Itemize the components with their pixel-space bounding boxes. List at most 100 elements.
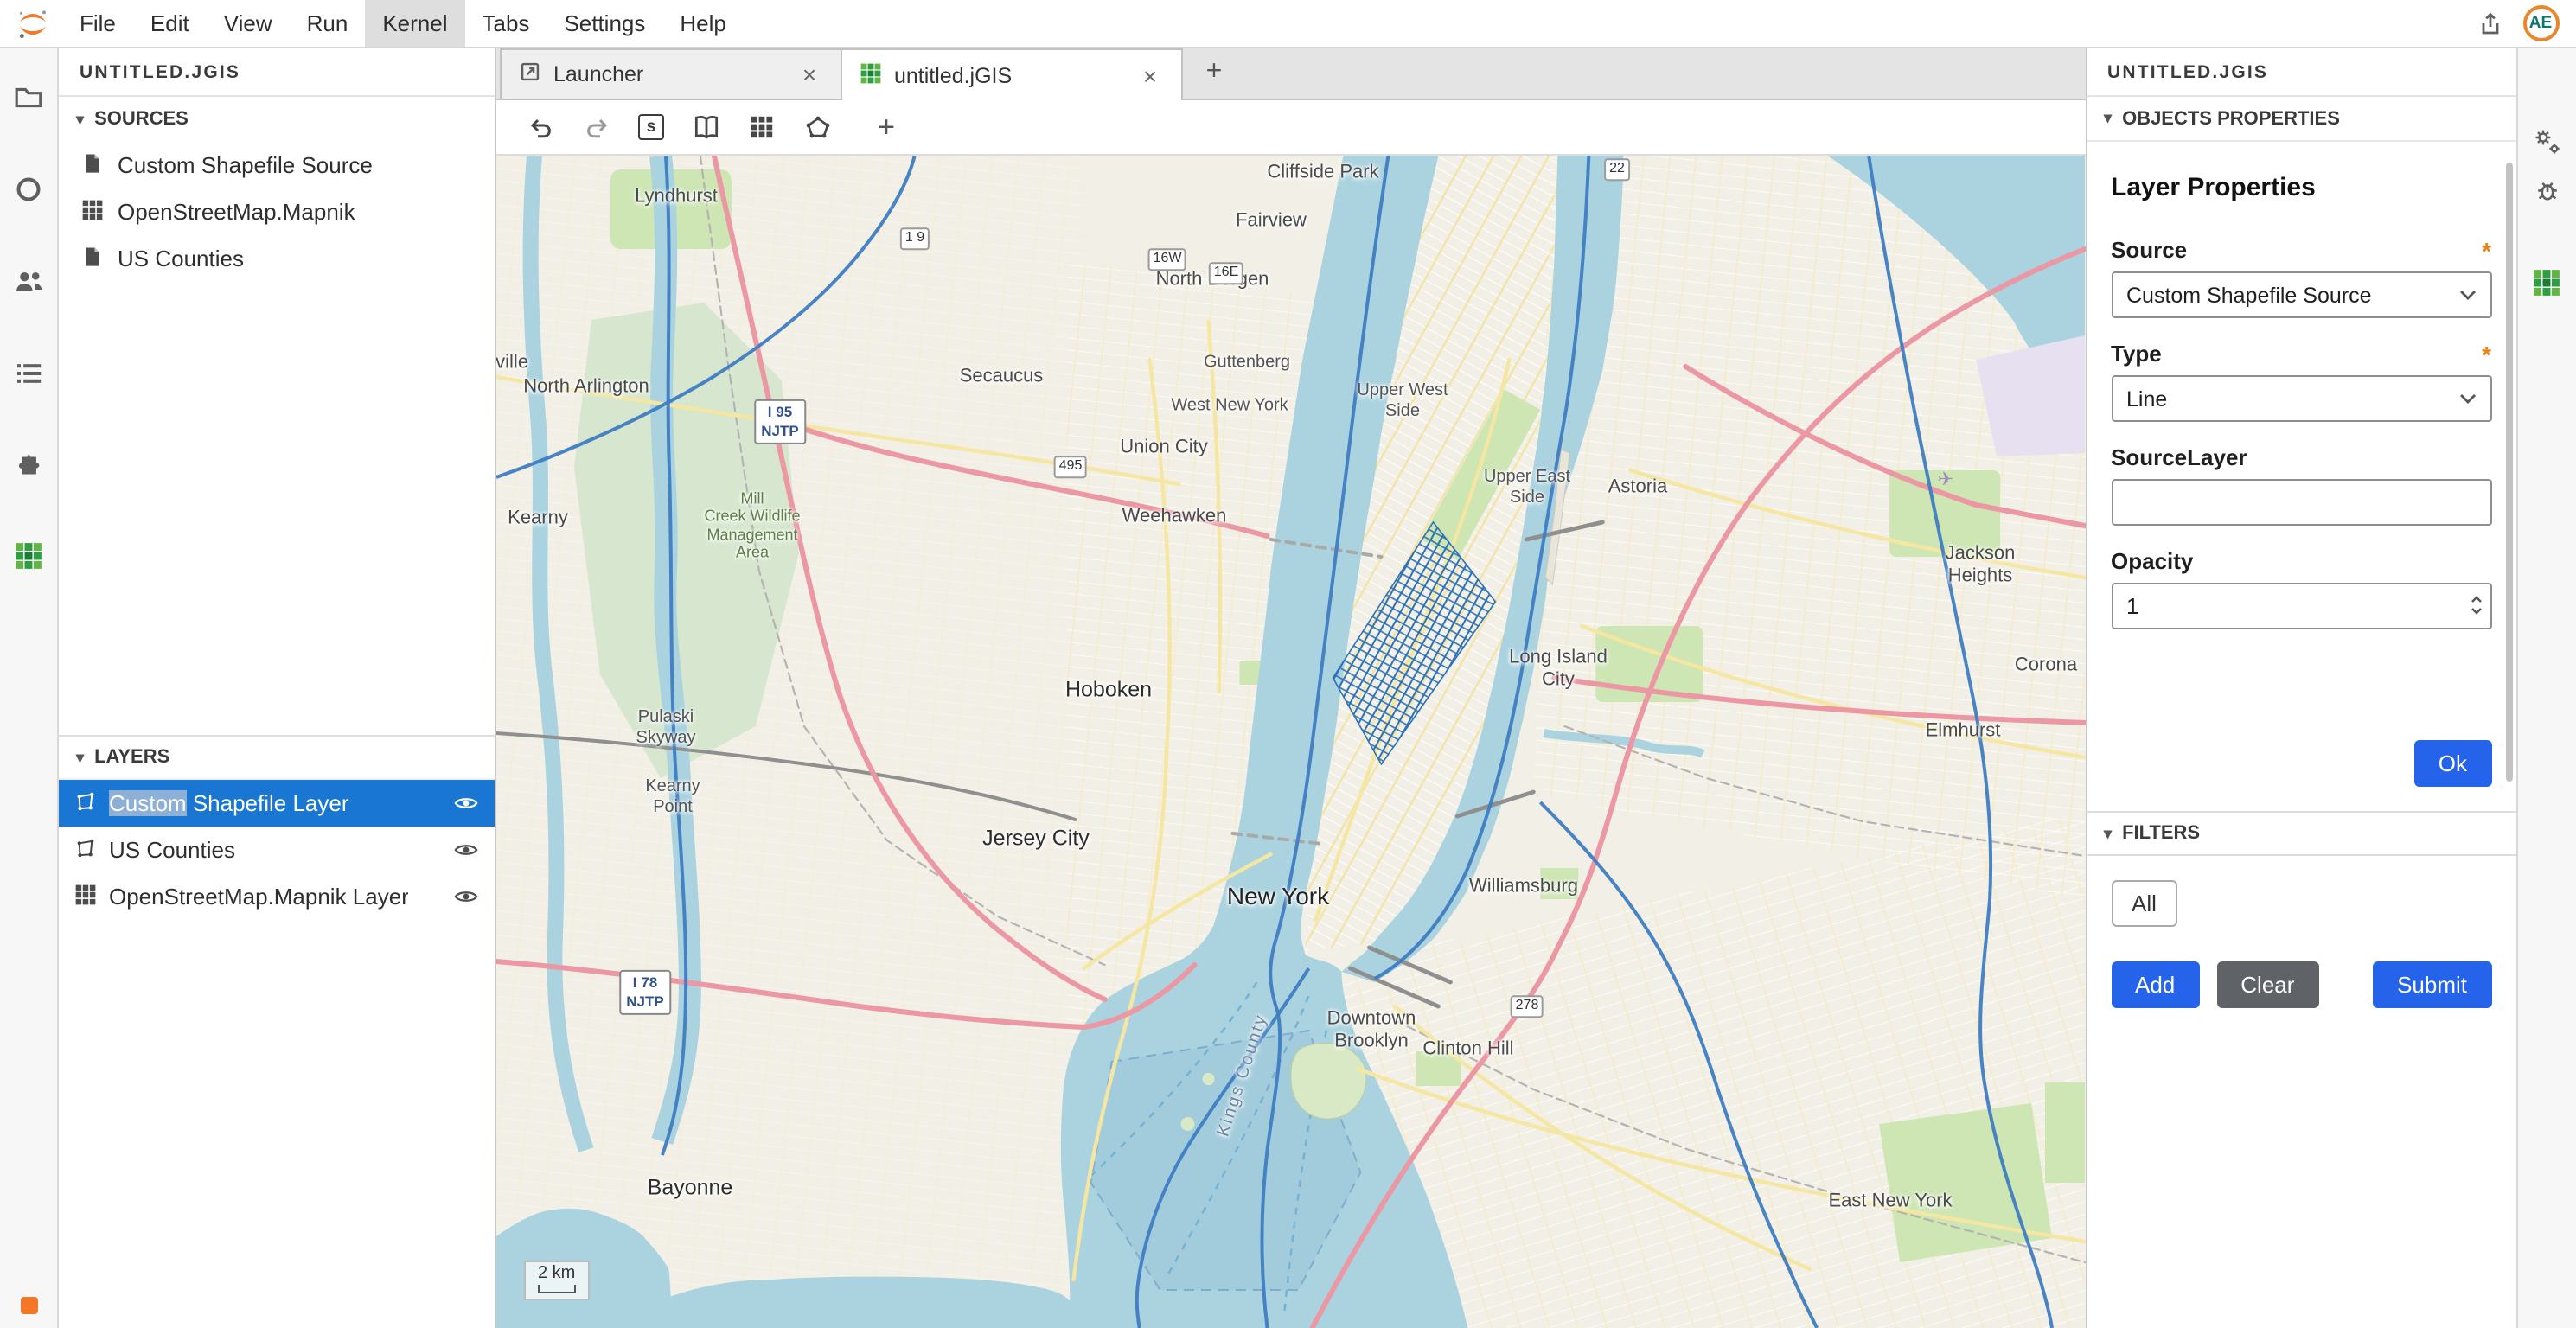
- objects-properties-label: OBJECTS PROPERTIES: [2122, 108, 2340, 129]
- caret-down-icon: ▾: [2104, 111, 2112, 126]
- visibility-eye-icon[interactable]: [453, 884, 479, 910]
- running-sessions-icon[interactable]: [0, 144, 58, 235]
- menu-view[interactable]: View: [207, 0, 290, 47]
- new-tab-button[interactable]: +: [1192, 50, 1237, 95]
- user-avatar[interactable]: AE: [2522, 5, 2559, 42]
- tab-label: untitled.jGIS: [894, 63, 1012, 87]
- map-viewport[interactable]: Cliffside ParkFairviewLyndhurstNorth Ber…: [496, 156, 2085, 1328]
- chevron-down-icon: [2458, 289, 2476, 301]
- clear-filter-button[interactable]: Clear: [2216, 961, 2318, 1008]
- sourcelayer-input[interactable]: [2111, 479, 2491, 526]
- symbology-glyph: s: [638, 114, 664, 140]
- menu-tabs[interactable]: Tabs: [465, 0, 547, 47]
- filters-section-header[interactable]: ▾ FILTERS: [2087, 811, 2515, 856]
- menu-bar: File Edit View Run Kernel Tabs Settings …: [0, 0, 2576, 48]
- tile-grid-icon[interactable]: [738, 105, 785, 150]
- tab-label: Launcher: [553, 62, 643, 86]
- share-icon[interactable]: [2474, 10, 2502, 37]
- add-filter-button[interactable]: Add: [2111, 961, 2199, 1008]
- document-toolbar: s: [496, 100, 2085, 156]
- visibility-eye-icon[interactable]: [453, 790, 479, 816]
- file-icon: [81, 245, 104, 272]
- type-select[interactable]: Line: [2111, 375, 2491, 422]
- opacity-field: Opacity: [2111, 548, 2491, 629]
- layer-item-custom-shapefile[interactable]: Custom Shapefile Layer: [59, 780, 495, 827]
- main-area: Launcher × untitled.jGIS × +: [496, 48, 2085, 1328]
- source-item-custom-shapefile[interactable]: Custom Shapefile Source: [59, 142, 495, 188]
- left-panel-title: UNTITLED.JGIS: [59, 48, 495, 97]
- layer-item-us-counties[interactable]: US Counties: [59, 827, 495, 873]
- submit-filter-button[interactable]: Submit: [2373, 961, 2491, 1008]
- vector-layer-icon: [74, 836, 97, 864]
- layer-item-label: OpenStreetMap.Mapnik Layer: [109, 884, 409, 910]
- undo-icon[interactable]: [517, 105, 564, 150]
- sources-header-label: SOURCES: [94, 109, 189, 130]
- sourcelayer-field-label: SourceLayer: [2111, 444, 2247, 470]
- table-of-contents-icon[interactable]: [0, 327, 58, 418]
- vector-layer-icon: [74, 789, 97, 817]
- property-inspector-icon[interactable]: [2517, 118, 2576, 164]
- sources-section-header[interactable]: ▾ SOURCES: [59, 97, 495, 142]
- source-field-label: Source: [2111, 237, 2187, 263]
- raster-grid-icon: [81, 198, 104, 226]
- right-activity-bar: [2515, 48, 2576, 1328]
- menu-settings[interactable]: Settings: [547, 0, 662, 47]
- menu-items: File Edit View Run Kernel Tabs Settings …: [62, 0, 744, 47]
- redo-icon[interactable]: [572, 105, 619, 150]
- tab-launcher[interactable]: Launcher ×: [500, 48, 842, 99]
- extensions-icon[interactable]: [0, 418, 58, 510]
- menu-run[interactable]: Run: [290, 0, 366, 47]
- filter-all-chip[interactable]: All: [2111, 880, 2177, 927]
- menu-kernel[interactable]: Kernel: [365, 0, 464, 47]
- source-item-label: Custom Shapefile Source: [118, 152, 373, 178]
- layer-item-label: Custom Shapefile Layer: [109, 790, 349, 816]
- visibility-eye-icon[interactable]: [453, 837, 479, 863]
- draw-polygon-icon[interactable]: [794, 105, 841, 150]
- ok-button[interactable]: Ok: [2414, 740, 2491, 787]
- opacity-field-label: Opacity: [2111, 548, 2193, 574]
- right-panel-title: UNTITLED.JGIS: [2087, 48, 2515, 97]
- sourcelayer-field: SourceLayer: [2111, 444, 2491, 526]
- scrollbar[interactable]: [2505, 163, 2512, 782]
- debugger-bug-icon[interactable]: [2517, 166, 2576, 213]
- source-select-value: Custom Shapefile Source: [2126, 283, 2372, 307]
- add-layer-icon[interactable]: +: [863, 105, 910, 150]
- menu-edit[interactable]: Edit: [133, 0, 207, 47]
- filters-header-label: FILTERS: [2122, 823, 2200, 844]
- type-field-label: Type: [2111, 341, 2162, 367]
- layers-header-label: LAYERS: [94, 747, 169, 768]
- layer-properties-form: Layer Properties Source * Custom Shapefi…: [2087, 142, 2515, 811]
- tab-close-icon[interactable]: ×: [1136, 61, 1164, 89]
- workspace: UNTITLED.JGIS ▾ SOURCES Custom Shapefile…: [0, 48, 2576, 1328]
- caret-down-icon: ▾: [76, 750, 84, 765]
- file-browser-icon[interactable]: [0, 52, 58, 144]
- layer-item-openstreetmap[interactable]: OpenStreetMap.Mapnik Layer: [59, 873, 495, 920]
- source-select[interactable]: Custom Shapefile Source: [2111, 271, 2491, 318]
- source-item-openstreetmap[interactable]: OpenStreetMap.Mapnik: [59, 188, 495, 235]
- jgis-panel-icon[interactable]: [0, 510, 58, 602]
- chevron-down-icon: [2458, 393, 2476, 405]
- raster-grid-icon: [74, 883, 97, 910]
- left-activity-bar: [0, 48, 59, 1328]
- caret-down-icon: ▾: [2104, 826, 2112, 841]
- map-canvas: [496, 156, 2085, 1328]
- layers-section-header[interactable]: ▾ LAYERS: [59, 735, 495, 780]
- number-stepper-icon[interactable]: [2469, 593, 2483, 617]
- tab-close-icon[interactable]: ×: [796, 61, 823, 88]
- jgis-properties-icon[interactable]: [2517, 259, 2576, 306]
- collaborators-icon[interactable]: [0, 235, 58, 327]
- opacity-input[interactable]: [2111, 583, 2491, 629]
- menu-help[interactable]: Help: [662, 0, 744, 47]
- menu-file[interactable]: File: [62, 0, 133, 47]
- left-side-panel: UNTITLED.JGIS ▾ SOURCES Custom Shapefile…: [59, 48, 496, 1328]
- source-item-us-counties[interactable]: US Counties: [59, 235, 495, 282]
- tab-untitled-jgis[interactable]: untitled.jGIS ×: [841, 48, 1183, 100]
- source-item-label: US Counties: [118, 246, 244, 271]
- layer-item-label: US Counties: [109, 837, 235, 863]
- source-item-label: OpenStreetMap.Mapnik: [118, 199, 355, 225]
- basemap-gallery-icon[interactable]: [683, 105, 730, 150]
- objects-properties-header[interactable]: ▾ OBJECTS PROPERTIES: [2087, 97, 2515, 142]
- form-title: Layer Properties: [2111, 173, 2491, 202]
- file-icon: [81, 151, 104, 179]
- symbology-icon[interactable]: s: [628, 105, 674, 150]
